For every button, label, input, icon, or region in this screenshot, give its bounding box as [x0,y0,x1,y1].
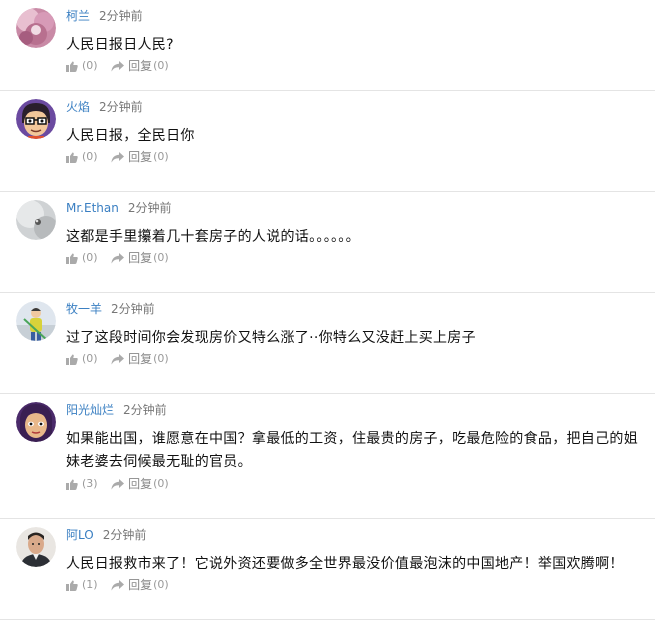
reply-arrow-icon [111,579,125,590]
reply-button[interactable]: 回复 (0) [111,578,169,592]
timestamp: 2分钟前 [111,302,155,316]
like-count: (0) [82,59,98,72]
timestamp: 2分钟前 [99,9,143,23]
comment-text: 人民日报救市来了！它说外资还要做多全世界最没价值最泡沫的中国地产！举国欢腾啊！ [66,556,624,572]
reply-count: (0) [153,578,169,591]
like-count: (3) [82,477,98,490]
username-link[interactable]: 阳光灿烂 [66,403,114,417]
comment-list: 柯兰 2分钟前 人民日报日人民? (0) 回复 (0) 火焰 2分钟前 人民日报… [0,0,655,620]
reply-label: 回复 [128,59,153,73]
comment-text: 过了这段时间你会发现房价又特么涨了··你特么又没赶上买上房子 [66,330,476,346]
comment-text: 人民日报日人民? [66,37,174,53]
reply-label: 回复 [128,352,153,366]
reply-arrow-icon [111,60,125,71]
reply-count: (0) [153,59,169,72]
thumbs-up-icon [66,152,78,163]
cartoon-man-glasses-avatar-icon[interactable] [16,99,56,139]
comment-item: 柯兰 2分钟前 人民日报日人民? (0) 回复 (0) [0,0,655,91]
reply-arrow-icon [111,353,125,364]
timestamp: 2分钟前 [99,100,143,114]
reply-count: (0) [153,477,169,490]
comment-item: 牧一羊 2分钟前 过了这段时间你会发现房价又特么涨了··你特么又没赶上买上房子 (… [0,293,655,394]
like-button[interactable]: (0) [66,352,98,366]
pink-flower-avatar-icon[interactable] [16,8,56,48]
reply-label: 回复 [128,150,153,164]
thumbs-up-icon [66,354,78,365]
like-button[interactable]: (0) [66,59,98,73]
comment-actions: (0) 回复 (0) [66,150,169,164]
reply-arrow-icon [111,151,125,162]
comment-meta: Mr.Ethan 2分钟前 [66,200,172,216]
timestamp: 2分钟前 [127,201,172,215]
person-outdoor-avatar-icon[interactable] [16,301,56,341]
thumbs-up-icon [66,580,78,591]
reply-count: (0) [153,251,169,264]
comment-meta: 阿LO 2分钟前 [66,527,146,543]
thumbs-up-icon [66,61,78,72]
comment-item: 火焰 2分钟前 人民日报，全民日你 (0) 回复 (0) [0,91,655,192]
comment-meta: 阳光灿烂 2分钟前 [66,402,167,418]
comment-actions: (0) 回复 (0) [66,352,169,366]
reply-label: 回复 [128,251,153,265]
comment-text: 人民日报，全民日你 [66,128,195,144]
comment-actions: (0) 回复 (0) [66,59,169,73]
username-link[interactable]: Mr.Ethan [66,201,119,215]
comment-text: 如果能出国，谁愿意在中国？拿最低的工资，住最贵的房子，吃最危险的食品，把自己的姐… [66,431,638,470]
like-button[interactable]: (0) [66,150,98,164]
comment-item: 阳光灿烂 2分钟前 如果能出国，谁愿意在中国？拿最低的工资，住最贵的房子，吃最危险… [0,394,655,519]
timestamp: 2分钟前 [123,403,167,417]
cartoon-woman-purple-hair-avatar-icon[interactable] [16,402,56,442]
reply-button[interactable]: 回复 (0) [111,150,169,164]
username-link[interactable]: 牧一羊 [66,302,102,316]
comment-actions: (0) 回复 (0) [66,251,169,265]
reply-button[interactable]: 回复 (0) [111,477,169,491]
reply-button[interactable]: 回复 (0) [111,352,169,366]
reply-count: (0) [153,352,169,365]
grey-blur-avatar-icon[interactable] [16,200,56,240]
man-photo-avatar-icon[interactable] [16,527,56,567]
like-button[interactable]: (0) [66,251,98,265]
comment-text: 这都是手里攥着几十套房子的人说的话。。。。。。 [66,229,360,245]
username-link[interactable]: 阿LO [66,528,94,542]
comment-meta: 柯兰 2分钟前 [66,8,143,24]
username-link[interactable]: 火焰 [66,100,90,114]
comment-item: 阿LO 2分钟前 人民日报救市来了！它说外资还要做多全世界最没价值最泡沫的中国地产… [0,519,655,620]
reply-arrow-icon [111,252,125,263]
like-count: (0) [82,352,98,365]
like-button[interactable]: (3) [66,477,98,491]
thumbs-up-icon [66,253,78,264]
reply-button[interactable]: 回复 (0) [111,251,169,265]
reply-label: 回复 [128,578,153,592]
comment-item: Mr.Ethan 2分钟前 这都是手里攥着几十套房子的人说的话。。。。。。 (0)… [0,192,655,293]
reply-count: (0) [153,150,169,163]
thumbs-up-icon [66,479,78,490]
reply-label: 回复 [128,477,153,491]
comment-actions: (1) 回复 (0) [66,578,169,592]
comment-actions: (3) 回复 (0) [66,477,169,491]
reply-button[interactable]: 回复 (0) [111,59,169,73]
comment-meta: 火焰 2分钟前 [66,99,143,115]
reply-arrow-icon [111,478,125,489]
timestamp: 2分钟前 [102,528,147,542]
username-link[interactable]: 柯兰 [66,9,90,23]
like-count: (0) [82,150,98,163]
like-button[interactable]: (1) [66,578,98,592]
comment-meta: 牧一羊 2分钟前 [66,301,155,317]
like-count: (0) [82,251,98,264]
like-count: (1) [82,578,98,591]
